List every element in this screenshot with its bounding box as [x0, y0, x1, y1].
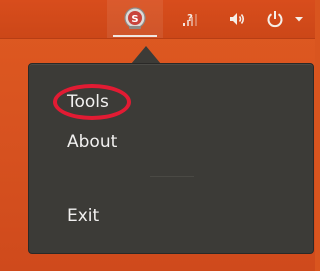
menu-item-tools[interactable]: Tools [67, 91, 109, 113]
top-panel: S ? [0, 0, 315, 39]
menu-item-exit[interactable]: Exit [67, 205, 99, 227]
app-indicator-letter: S [131, 14, 138, 25]
chevron-down-icon [294, 14, 304, 24]
menu-item-about[interactable]: About [67, 131, 117, 153]
app-indicator-icon: S [122, 6, 148, 32]
network-indicator-button[interactable]: ? [176, 0, 206, 38]
power-icon [264, 8, 286, 30]
menu-separator [150, 176, 194, 177]
volume-indicator-button[interactable] [223, 0, 251, 38]
app-indicator-button[interactable]: S [107, 0, 163, 38]
volume-icon [226, 8, 248, 30]
network-icon: ? [180, 8, 202, 30]
network-status-mark: ? [187, 13, 193, 24]
power-indicator-button[interactable] [258, 0, 310, 38]
